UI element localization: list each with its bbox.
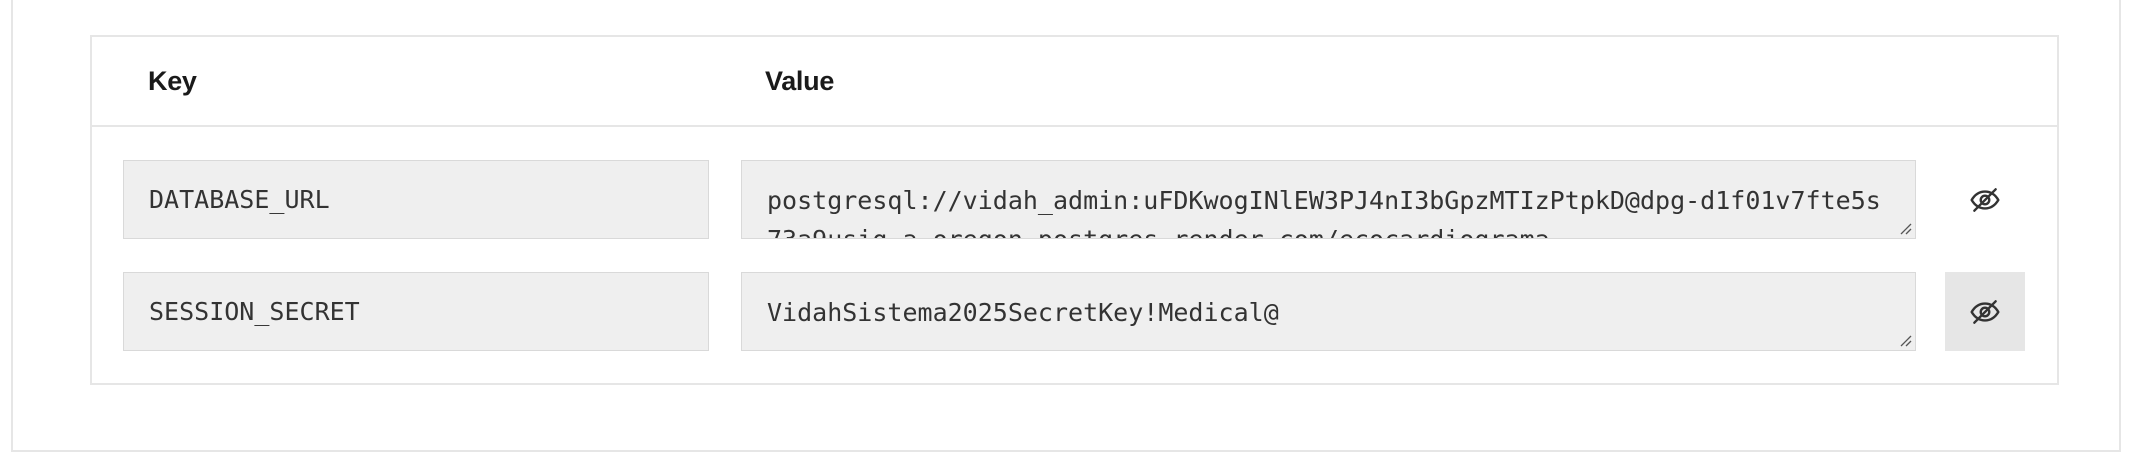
value-textarea[interactable]: VidahSistema2025SecretKey!Medical@: [741, 272, 1916, 351]
key-input[interactable]: DATABASE_URL: [123, 160, 709, 239]
table-row: DATABASE_URL postgresql://vidah_admin:uF…: [92, 160, 2057, 240]
value-text: VidahSistema2025SecretKey!Medical@: [767, 298, 1279, 327]
value-textarea[interactable]: postgresql://vidah_admin:uFDKwogINlEW3PJ…: [741, 160, 1916, 239]
table-header: Key Value: [92, 37, 2057, 127]
resize-handle-icon[interactable]: [1898, 333, 1912, 347]
eye-off-icon: [1970, 299, 2000, 324]
eye-off-icon: [1970, 187, 2000, 212]
value-text: postgresql://vidah_admin:uFDKwogINlEW3PJ…: [767, 186, 1881, 238]
toggle-visibility-button[interactable]: [1945, 160, 2025, 239]
toggle-visibility-button[interactable]: [1945, 272, 2025, 351]
key-column-header: Key: [148, 66, 197, 96]
environment-panel: Key Value DATABASE_URL postgresql://vida…: [11, 0, 2121, 452]
env-vars-table: Key Value DATABASE_URL postgresql://vida…: [90, 35, 2059, 385]
table-row: SESSION_SECRET VidahSistema2025SecretKey…: [92, 272, 2057, 352]
key-input[interactable]: SESSION_SECRET: [123, 272, 709, 351]
value-column-header: Value: [765, 66, 835, 96]
resize-handle-icon[interactable]: [1898, 221, 1912, 235]
